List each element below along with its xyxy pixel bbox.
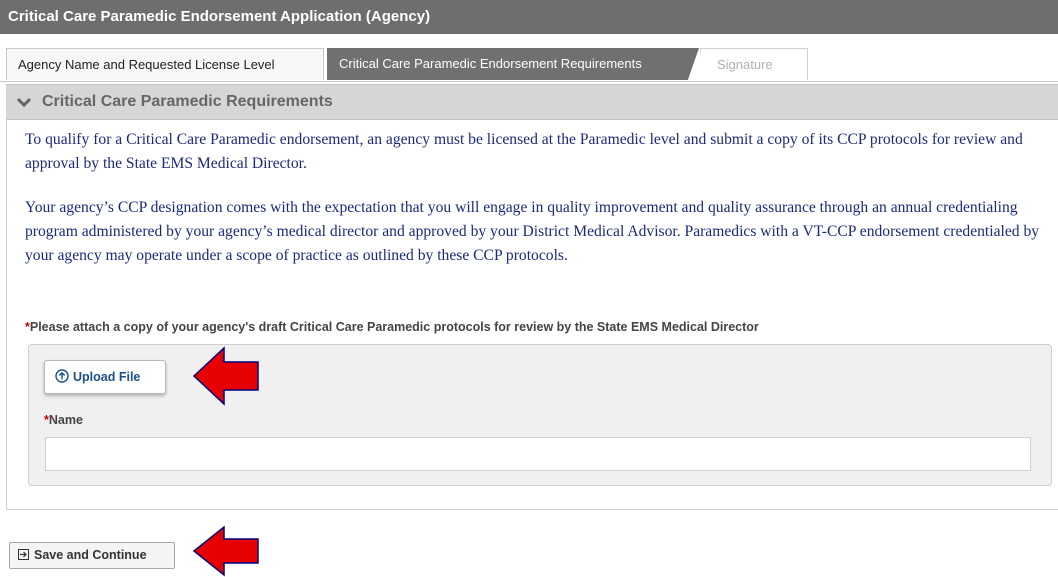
attachment-panel: Upload File *Name	[28, 344, 1052, 486]
tab-agency-name[interactable]: Agency Name and Requested License Level	[6, 48, 324, 80]
section-header-ccp-requirements[interactable]: Critical Care Paramedic Requirements	[6, 84, 1058, 120]
save-and-continue-label: Save and Continue	[34, 548, 147, 562]
arrow-right-box-icon	[18, 549, 29, 560]
attachment-instruction-text: Please attach a copy of your agency's dr…	[29, 320, 759, 334]
upload-circle-icon	[55, 369, 69, 383]
window-title: Critical Care Paramedic Endorsement Appl…	[0, 0, 1058, 34]
upload-file-button[interactable]: Upload File	[44, 360, 166, 394]
upload-file-label: Upload File	[73, 370, 141, 384]
attachment-instruction: *Please attach a copy of your agency's d…	[25, 320, 759, 334]
name-input[interactable]	[45, 437, 1031, 471]
chevron-down-icon	[16, 97, 32, 108]
tab-ccp-requirements[interactable]: Critical Care Paramedic Endorsement Requ…	[327, 48, 699, 80]
wizard-tabs: Agency Name and Requested License Level …	[0, 46, 1058, 82]
section-body: To qualify for a Critical Care Paramedic…	[6, 120, 1058, 510]
designation-paragraph: Your agency’s CCP designation comes with…	[25, 199, 1040, 264]
save-and-continue-button[interactable]: Save and Continue	[9, 542, 175, 569]
intro-paragraph: To qualify for a Critical Care Paramedic…	[25, 131, 1023, 172]
name-field-label: *Name	[44, 413, 83, 427]
tab-signature[interactable]: Signature	[700, 48, 808, 80]
annotation-arrow-save	[192, 525, 259, 577]
section-title: Critical Care Paramedic Requirements	[42, 93, 333, 110]
annotation-arrow-upload	[192, 346, 259, 406]
name-label-text: Name	[48, 413, 83, 427]
